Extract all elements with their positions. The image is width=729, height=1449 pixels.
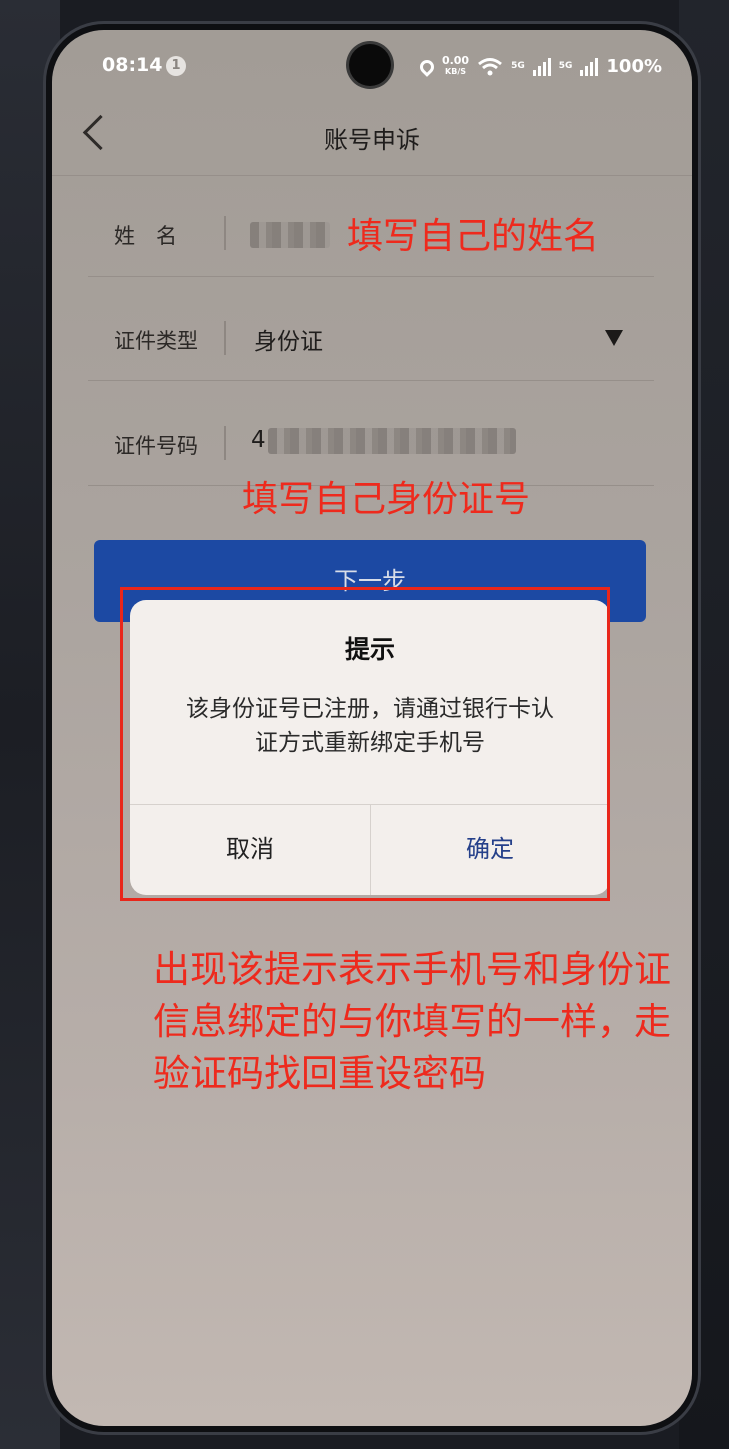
front-camera xyxy=(349,44,391,86)
annotation-explanation-line3: 验证码找回重设密码 xyxy=(153,1052,486,1095)
sim2-label: 5G xyxy=(558,61,573,71)
id-number-prefix[interactable]: 4 xyxy=(251,427,266,453)
annotation-highlight-box xyxy=(120,587,610,901)
location-icon xyxy=(417,56,437,77)
name-label: 姓 名 xyxy=(114,224,177,248)
signal2-icon xyxy=(580,57,599,76)
net-speed-value: 0.00 xyxy=(441,54,470,67)
notification-badge: 1 xyxy=(166,56,186,76)
annotation-explanation-line1: 出现该提示表示手机号和身份证 xyxy=(153,948,671,991)
page-title: 账号申诉 xyxy=(324,126,420,154)
id-type-label: 证件类型 xyxy=(114,329,198,353)
id-type-separator xyxy=(224,321,226,355)
id-number-label: 证件号码 xyxy=(114,434,198,458)
signal1-icon xyxy=(532,57,551,76)
status-icons: 0.00 KB/S 5G 5G 100% xyxy=(417,54,662,77)
annotation-id-hint: 填写自己身份证号 xyxy=(242,479,531,520)
name-input[interactable] xyxy=(250,222,330,248)
wifi-icon xyxy=(478,57,503,75)
background-left xyxy=(0,0,60,1449)
top-bar: 账号申诉 xyxy=(52,110,692,170)
sim1-label: 5G xyxy=(511,61,525,71)
annotation-explanation: 出现该提示表示手机号和身份证 信息绑定的与你填写的一样，走 验证码找回重设密码 xyxy=(153,944,723,1100)
id-number-input[interactable] xyxy=(268,428,516,454)
net-speed: 0.00 KB/S xyxy=(441,54,470,77)
name-row-divider xyxy=(88,276,654,277)
dropdown-caret-icon[interactable] xyxy=(605,330,623,346)
status-time: 08:14 xyxy=(102,54,163,76)
battery-level: 100% xyxy=(606,56,662,77)
annotation-name-hint: 填写自己的姓名 xyxy=(347,216,600,257)
id-number-separator xyxy=(224,426,226,460)
name-separator xyxy=(224,216,226,250)
id-type-select[interactable]: 身份证 xyxy=(254,322,323,356)
net-speed-unit: KB/S xyxy=(445,67,466,76)
status-bar: 08:14 1 0.00 KB/S 5G 5G 100% xyxy=(52,30,692,102)
id-type-row-divider xyxy=(88,380,654,381)
header-divider xyxy=(52,175,692,176)
annotation-explanation-line2: 信息绑定的与你填写的一样，走 xyxy=(153,1000,671,1043)
